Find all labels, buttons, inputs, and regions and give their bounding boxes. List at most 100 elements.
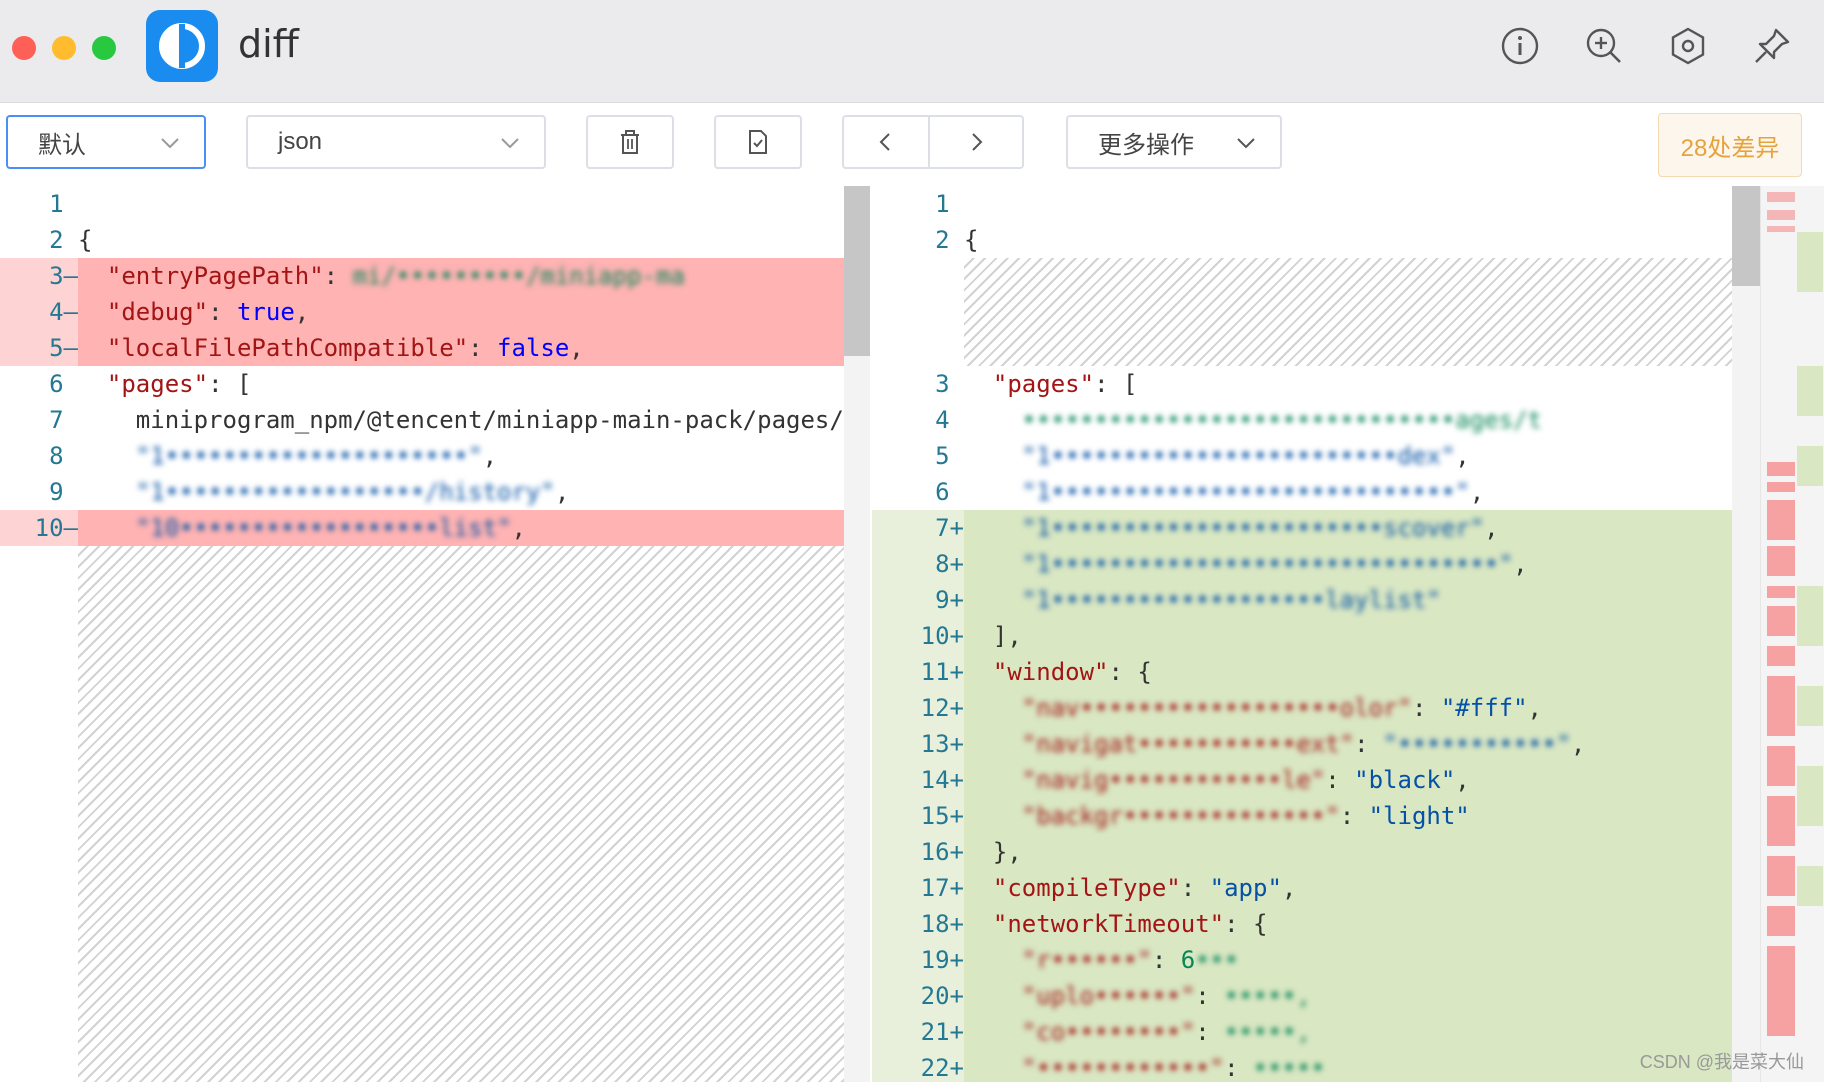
- pin-icon[interactable]: [1752, 26, 1792, 66]
- added-line[interactable]: 15+ "backgr••••••••••••••": "light": [872, 798, 1732, 834]
- line-number: 12+: [872, 690, 964, 726]
- code-line[interactable]: 2 {: [0, 222, 844, 258]
- line-number: 9+: [872, 582, 964, 618]
- maximize-window-button[interactable]: [92, 36, 116, 60]
- overview-diff-marker[interactable]: [1797, 446, 1823, 486]
- added-line[interactable]: 8+ "1•••••••••••••••••••••••••••••••",: [872, 546, 1732, 582]
- line-content: miniprogram_npm/@tencent/miniapp-main-pa…: [78, 406, 859, 434]
- overview-diff-marker[interactable]: [1767, 646, 1795, 666]
- overview-diff-marker[interactable]: [1767, 676, 1795, 736]
- overview-diff-marker[interactable]: [1767, 906, 1795, 936]
- overview-diff-marker[interactable]: [1797, 866, 1823, 906]
- code-line[interactable]: 7 miniprogram_npm/@tencent/miniapp-main-…: [0, 402, 859, 438]
- line-number: 10—: [0, 510, 78, 546]
- code-line[interactable]: 6 "1••••••••••••••••••••••••••••",: [872, 474, 1732, 510]
- deleted-line[interactable]: 10— "10••••••••••••••••••list",: [0, 510, 844, 546]
- left-scrollbar[interactable]: [844, 186, 870, 1082]
- added-line[interactable]: 17+ "compileType": "app",: [872, 870, 1732, 906]
- added-line[interactable]: 7+ "1•••••••••••••••••••••••scover",: [872, 510, 1732, 546]
- right-scrollbar[interactable]: [1732, 186, 1760, 1082]
- overview-diff-marker[interactable]: [1767, 192, 1795, 202]
- code-line[interactable]: 4 ••••••••••••••••••••••••••••••ages/t: [872, 402, 1732, 438]
- info-icon[interactable]: [1500, 26, 1540, 66]
- watermark: CSDN @我是菜大仙: [1639, 1052, 1804, 1072]
- line-content: "co••••••••": •••••,: [964, 1014, 1732, 1050]
- empty-diff-region: [964, 258, 1732, 366]
- overview-diff-marker[interactable]: [1767, 586, 1795, 598]
- code-line[interactable]: 2 {: [872, 222, 1732, 258]
- added-line[interactable]: 21+ "co••••••••": •••••,: [872, 1014, 1732, 1050]
- line-number: 19+: [872, 942, 964, 978]
- line-content: {: [964, 226, 979, 254]
- overview-diff-marker[interactable]: [1797, 366, 1823, 416]
- clear-button[interactable]: [586, 115, 674, 169]
- added-line[interactable]: 22+ "••••••••••••": •••••: [872, 1050, 1732, 1082]
- overview-diff-marker[interactable]: [1767, 210, 1795, 220]
- line-content: [78, 186, 844, 222]
- original-pane[interactable]: 1 2 {3— "entryPagePath": mi/•••••••••/mi…: [0, 186, 870, 1082]
- added-line[interactable]: 16+ },: [872, 834, 1732, 870]
- overview-diff-marker[interactable]: [1767, 946, 1795, 1036]
- open-file-button[interactable]: [714, 115, 802, 169]
- code-line[interactable]: 1: [0, 186, 844, 222]
- overview-diff-marker[interactable]: [1797, 232, 1823, 292]
- modified-pane[interactable]: 1 2 { 3 "pages": [4 •••••••••••••••••••••…: [872, 186, 1756, 1082]
- chevron-right-icon: [972, 133, 983, 151]
- added-line[interactable]: 9+ "1•••••••••••••••••••laylist": [872, 582, 1732, 618]
- line-content: "window": {: [964, 654, 1732, 690]
- overview-diff-marker[interactable]: [1767, 746, 1795, 786]
- overview-diff-marker[interactable]: [1767, 796, 1795, 846]
- close-window-button[interactable]: [12, 36, 36, 60]
- minimize-window-button[interactable]: [52, 36, 76, 60]
- added-line[interactable]: 19+ "r••••••": 6•••: [872, 942, 1732, 978]
- language-select[interactable]: json: [246, 115, 546, 169]
- deleted-line[interactable]: 4— "debug": true,: [0, 294, 844, 330]
- deleted-line[interactable]: 3— "entryPagePath": mi/•••••••••/miniapp…: [0, 258, 844, 294]
- line-number: 21+: [872, 1014, 964, 1050]
- diff-count-badge[interactable]: 28处差异: [1658, 113, 1802, 177]
- line-number: 16+: [872, 834, 964, 870]
- added-line[interactable]: 11+ "window": {: [872, 654, 1732, 690]
- code-line[interactable]: 6 "pages": [: [0, 366, 844, 402]
- added-line[interactable]: 14+ "navig••••••••••••le": "black",: [872, 762, 1732, 798]
- overview-diff-marker[interactable]: [1797, 686, 1823, 726]
- added-line[interactable]: 20+ "uplo••••••": •••••,: [872, 978, 1732, 1014]
- chevron-down-icon: [1237, 138, 1255, 149]
- language-label: json: [278, 128, 323, 155]
- compare-mode-select[interactable]: 默认: [6, 115, 206, 169]
- deleted-line[interactable]: 5— "localFilePathCompatible": false,: [0, 330, 844, 366]
- overview-diff-marker[interactable]: [1797, 766, 1823, 826]
- overview-diff-marker[interactable]: [1767, 546, 1795, 576]
- line-number: 3: [935, 370, 964, 398]
- added-line[interactable]: 12+ "nav••••••••••••••••••olor": "#fff",: [872, 690, 1732, 726]
- overview-diff-marker[interactable]: [1797, 586, 1823, 646]
- right-scrollbar-thumb[interactable]: [1732, 186, 1760, 286]
- code-line[interactable]: 1: [872, 186, 1732, 222]
- code-line[interactable]: 5 "1••••••••••••••••••••••••dex",: [872, 438, 1732, 474]
- left-scrollbar-thumb[interactable]: [844, 186, 870, 356]
- line-content: "1••••••••••••••••••••••••••••",: [1021, 478, 1485, 506]
- overview-diff-marker[interactable]: [1767, 482, 1795, 492]
- added-line[interactable]: 18+ "networkTimeout": {: [872, 906, 1732, 942]
- zoom-in-icon[interactable]: [1584, 26, 1624, 66]
- more-actions-label: 更多操作: [1098, 131, 1194, 159]
- line-number: 5: [935, 442, 964, 470]
- more-actions-dropdown[interactable]: 更多操作: [1066, 115, 1282, 169]
- code-line[interactable]: 3 "pages": [: [872, 366, 1732, 402]
- settings-icon[interactable]: [1668, 26, 1708, 66]
- next-diff-button[interactable]: [928, 115, 1024, 169]
- code-line[interactable]: 9 "1••••••••••••••••••/history",: [0, 474, 844, 510]
- overview-diff-marker[interactable]: [1767, 856, 1795, 896]
- overview-diff-marker[interactable]: [1767, 462, 1795, 476]
- overview-diff-marker[interactable]: [1767, 500, 1795, 540]
- prev-diff-button[interactable]: [842, 115, 930, 169]
- diff-overview-ruler[interactable]: [1760, 186, 1824, 1082]
- line-content: "r••••••": 6•••: [964, 942, 1732, 978]
- overview-diff-marker[interactable]: [1767, 606, 1795, 636]
- empty-diff-region: [78, 546, 844, 1082]
- line-number: 1: [49, 190, 78, 218]
- added-line[interactable]: 13+ "navigat•••••••••••ext": "••••••••••…: [872, 726, 1732, 762]
- added-line[interactable]: 10+ ],: [872, 618, 1732, 654]
- overview-diff-marker[interactable]: [1767, 226, 1795, 232]
- code-line[interactable]: 8 "1•••••••••••••••••••••",: [0, 438, 844, 474]
